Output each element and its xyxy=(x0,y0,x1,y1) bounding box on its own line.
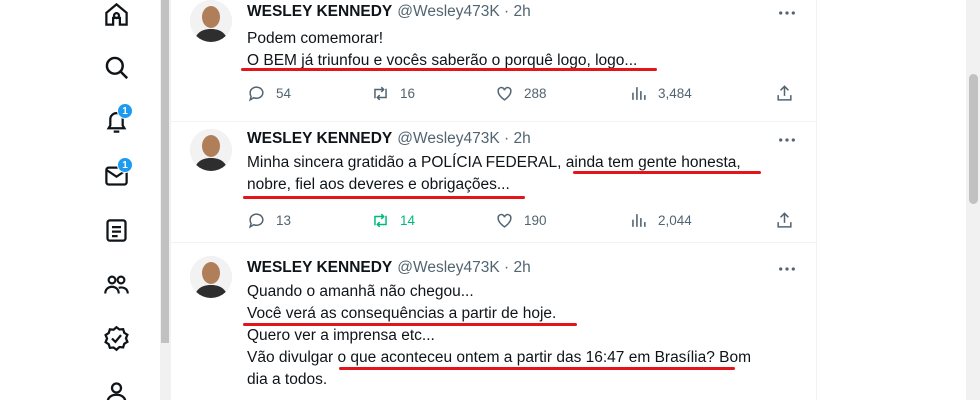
author-name[interactable]: WESLEY KENNEDY xyxy=(247,130,392,147)
more-options-button[interactable] xyxy=(775,130,799,150)
tweet-text: Quando o amanhã não chegou... Você verá … xyxy=(247,281,797,391)
page-scrollbar[interactable] xyxy=(966,0,980,400)
more-options-button[interactable] xyxy=(775,259,799,279)
like-button[interactable]: 190 xyxy=(495,208,547,232)
avatar-image xyxy=(190,129,232,171)
communities-icon xyxy=(103,275,129,294)
nav-notifications[interactable]: 1 xyxy=(96,101,136,141)
share-button[interactable] xyxy=(775,208,804,232)
retweet-icon xyxy=(374,213,387,227)
nav-verified[interactable] xyxy=(96,318,136,358)
verified-icon xyxy=(103,325,129,351)
more-icon xyxy=(779,138,795,142)
messages-badge: 1 xyxy=(117,157,133,173)
avatar[interactable] xyxy=(190,0,232,42)
views-icon xyxy=(632,213,646,227)
more-icon xyxy=(779,11,795,15)
side-navigation: 1 1 xyxy=(0,0,160,400)
tweet-line: Você verá as consequências a partir de h… xyxy=(247,305,557,322)
profile-icon xyxy=(106,381,126,400)
author-name[interactable]: WESLEY KENNEDY xyxy=(247,3,392,20)
tweet-header: WESLEY KENNEDY @Wesley473K · 2h xyxy=(247,259,531,277)
reply-count: 13 xyxy=(276,212,292,228)
tweet-text: Minha sincera gratidão a POLÍCIA FEDERAL… xyxy=(247,152,797,196)
author-handle-time[interactable]: @Wesley473K · 2h xyxy=(397,130,530,147)
nav-explore[interactable] xyxy=(96,47,136,87)
author-handle-time[interactable]: @Wesley473K · 2h xyxy=(397,259,530,276)
avatar-image xyxy=(190,0,232,42)
notifications-badge: 1 xyxy=(117,103,133,119)
like-count: 190 xyxy=(524,212,547,228)
heart-icon xyxy=(497,86,512,101)
red-underline xyxy=(573,171,761,174)
twitter-window: 1 1 WESLEY KENNEDY @Wesley473K · 2h Pode… xyxy=(0,0,980,400)
page-scrollbar-thumb[interactable] xyxy=(969,74,978,204)
retweet-count: 14 xyxy=(400,212,416,228)
home-icon xyxy=(104,2,128,26)
author-handle-time[interactable]: @Wesley473K · 2h xyxy=(397,3,530,20)
reply-icon xyxy=(248,212,264,228)
tweet-line: Podem comemorar! xyxy=(247,30,384,47)
retweet-icon xyxy=(374,86,387,100)
red-underline xyxy=(241,68,657,71)
timeline: WESLEY KENNEDY @Wesley473K · 2h Podem com… xyxy=(170,0,817,400)
tweet-line: Quero ver a imprensa etc... xyxy=(247,327,435,344)
more-options-button[interactable] xyxy=(775,3,799,23)
share-icon xyxy=(777,84,792,101)
nav-profile[interactable] xyxy=(96,372,136,400)
nav-scrollbar[interactable] xyxy=(160,0,170,400)
red-underline xyxy=(243,323,577,326)
share-button[interactable] xyxy=(775,81,804,105)
tweet-line: Vão divulgar o que aconteceu ontem a par… xyxy=(247,349,752,366)
tweet-line: nobre, fiel aos deveres e obrigações... xyxy=(247,176,510,193)
author-name[interactable]: WESLEY KENNEDY xyxy=(247,259,392,276)
view-count: 2,044 xyxy=(658,212,692,228)
avatar[interactable] xyxy=(190,256,232,298)
reply-count: 54 xyxy=(276,85,292,101)
tweet-line: dia a todos. xyxy=(247,371,328,388)
nav-home[interactable] xyxy=(96,0,136,34)
red-underline xyxy=(243,196,525,199)
heart-icon xyxy=(497,213,512,228)
views-icon xyxy=(632,86,646,100)
view-count: 3,484 xyxy=(658,85,692,101)
tweet[interactable]: WESLEY KENNEDY @Wesley473K · 2h Minha sin… xyxy=(171,122,817,243)
retweet-count: 16 xyxy=(400,85,416,101)
nav-communities[interactable] xyxy=(96,264,136,304)
like-button[interactable]: 288 xyxy=(495,81,547,105)
tweet-line: Quando o amanhã não chegou... xyxy=(247,283,474,300)
reply-icon xyxy=(248,85,264,101)
tweet-header: WESLEY KENNEDY @Wesley473K · 2h xyxy=(247,130,531,148)
avatar[interactable] xyxy=(190,129,232,171)
tweet[interactable]: WESLEY KENNEDY @Wesley473K · 2h Podem com… xyxy=(171,0,817,122)
views-button[interactable]: 2,044 xyxy=(629,208,692,232)
like-count: 288 xyxy=(524,85,547,101)
tweet-text: Podem comemorar! O BEM já triunfou e voc… xyxy=(247,28,797,72)
retweet-button[interactable]: 14 xyxy=(371,208,415,232)
avatar-image xyxy=(190,256,232,298)
tweet-header: WESLEY KENNEDY @Wesley473K · 2h xyxy=(247,3,531,21)
more-icon xyxy=(779,267,795,271)
reply-button[interactable]: 54 xyxy=(247,81,291,105)
red-underline xyxy=(339,367,735,370)
nav-scrollbar-thumb[interactable] xyxy=(161,0,169,343)
nav-messages[interactable]: 1 xyxy=(96,155,136,195)
retweet-button[interactable]: 16 xyxy=(371,81,415,105)
reply-button[interactable]: 13 xyxy=(247,208,291,232)
tweet-actions: 54 16 288 3,484 xyxy=(247,81,797,105)
tweet-actions: 13 14 190 2,044 xyxy=(247,208,797,232)
share-icon xyxy=(777,211,792,228)
views-button[interactable]: 3,484 xyxy=(629,81,692,105)
nav-lists[interactable] xyxy=(96,210,136,250)
tweet[interactable]: WESLEY KENNEDY @Wesley473K · 2h Quando o … xyxy=(171,243,817,400)
search-icon xyxy=(105,56,128,79)
lists-icon xyxy=(105,218,127,242)
